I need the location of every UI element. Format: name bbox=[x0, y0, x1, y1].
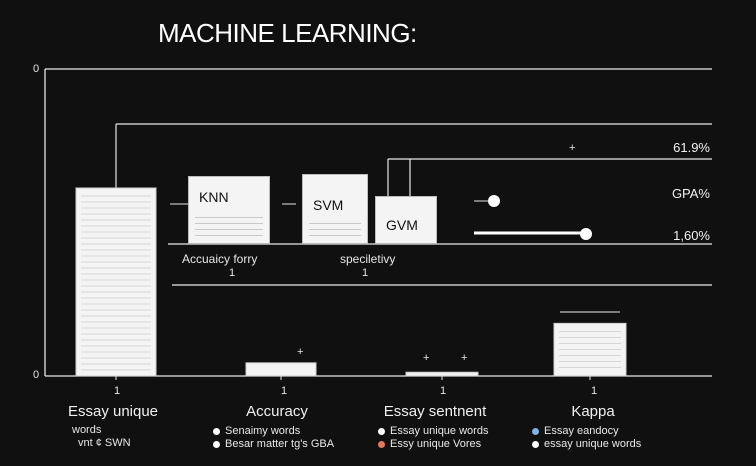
slider-knob-lower bbox=[580, 228, 592, 240]
legend-4-item-1: Essay eandocy bbox=[532, 425, 619, 437]
row-label-accuracy: Accuaicy forry bbox=[182, 252, 258, 266]
x-tick-mark-2: 1 bbox=[281, 385, 288, 397]
model-box-svm: SVM bbox=[302, 174, 368, 244]
x-tick-mark-4: 1 bbox=[591, 385, 598, 397]
right-value-2: GPA% bbox=[671, 186, 710, 201]
model-box-gvm: GVM bbox=[375, 196, 437, 244]
slider-knob-upper bbox=[488, 195, 500, 207]
category-label-1: Essay unique bbox=[67, 403, 159, 420]
model-label-gvm: GVM bbox=[386, 217, 418, 233]
legend-4-item-2: essay unique words bbox=[532, 438, 641, 450]
bar-2 bbox=[245, 362, 317, 377]
legend-1-item-1: vnt ¢ SWN bbox=[78, 437, 131, 449]
plus-mark-2: + bbox=[297, 346, 304, 358]
plus-mark-1: + bbox=[569, 142, 576, 154]
x-tick-mark-1: 1 bbox=[114, 385, 121, 397]
category-sublabel-1: words bbox=[72, 424, 102, 436]
x-tick-mark-3: 1 bbox=[440, 385, 447, 397]
model-label-svm: SVM bbox=[313, 197, 344, 213]
category-label-2: Accuracy bbox=[246, 403, 308, 420]
category-label-3: Essay sentnent bbox=[383, 403, 487, 420]
row-mark-2: 1 bbox=[362, 267, 369, 279]
legend-3-item-1: Essay unique words bbox=[378, 425, 488, 437]
y-tick-label-top: 0 bbox=[33, 63, 40, 75]
legend-2-item-2: Besar matter tg's GBA bbox=[213, 438, 334, 450]
chart-area: MACHINE LEARNING: 0 0 KNN SVM GVM Accuai… bbox=[0, 0, 756, 466]
plus-mark-3: + bbox=[423, 352, 430, 364]
plus-mark-4: + bbox=[461, 352, 468, 364]
bar-1 bbox=[75, 187, 157, 377]
bar-3 bbox=[405, 371, 479, 377]
model-label-knn: KNN bbox=[199, 189, 229, 205]
right-value-3: 1,60% bbox=[673, 228, 710, 243]
category-label-4: Kappa bbox=[571, 403, 615, 420]
legend-3-item-2: Essy unique Vores bbox=[378, 438, 481, 450]
legend-2-item-1: Senaimy words bbox=[213, 425, 300, 437]
row-mark-1: 1 bbox=[229, 267, 236, 279]
right-value-1: 61.9% bbox=[673, 140, 710, 155]
row-label-specificity: speciletivy bbox=[340, 252, 396, 266]
model-box-knn: KNN bbox=[188, 176, 270, 244]
y-tick-label-bottom: 0 bbox=[33, 369, 40, 381]
